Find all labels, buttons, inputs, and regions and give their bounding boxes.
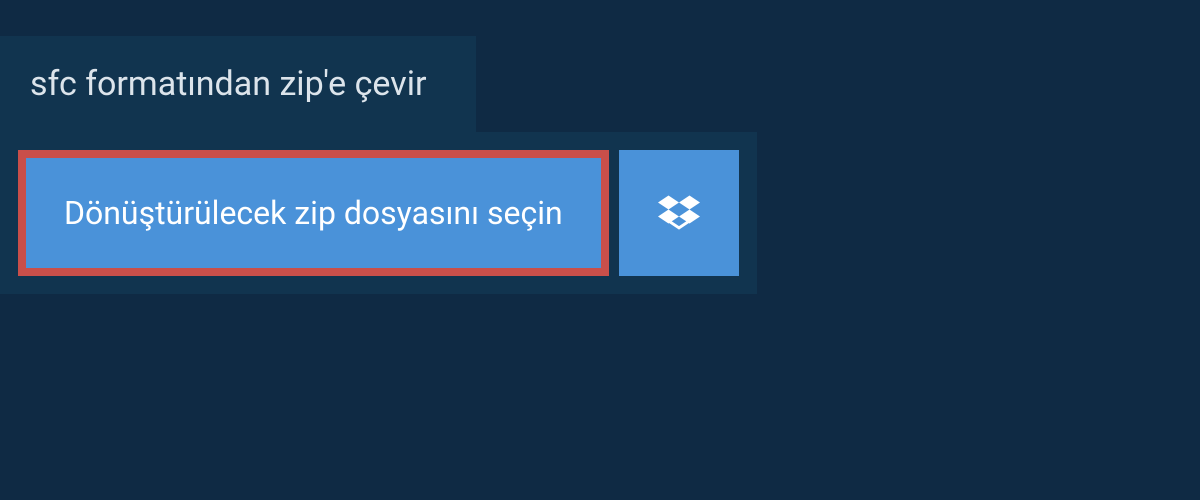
button-panel: Dönüştürülecek zip dosyasını seçin — [0, 132, 757, 294]
dropbox-button[interactable] — [619, 150, 739, 276]
header-tab: sfc formatından zip'e çevir — [0, 36, 476, 132]
select-file-button[interactable]: Dönüştürülecek zip dosyasını seçin — [18, 150, 609, 276]
page-title: sfc formatından zip'e çevir — [30, 64, 426, 104]
panel-wrapper: Dönüştürülecek zip dosyasını seçin — [0, 132, 1200, 294]
dropbox-icon — [658, 192, 700, 234]
